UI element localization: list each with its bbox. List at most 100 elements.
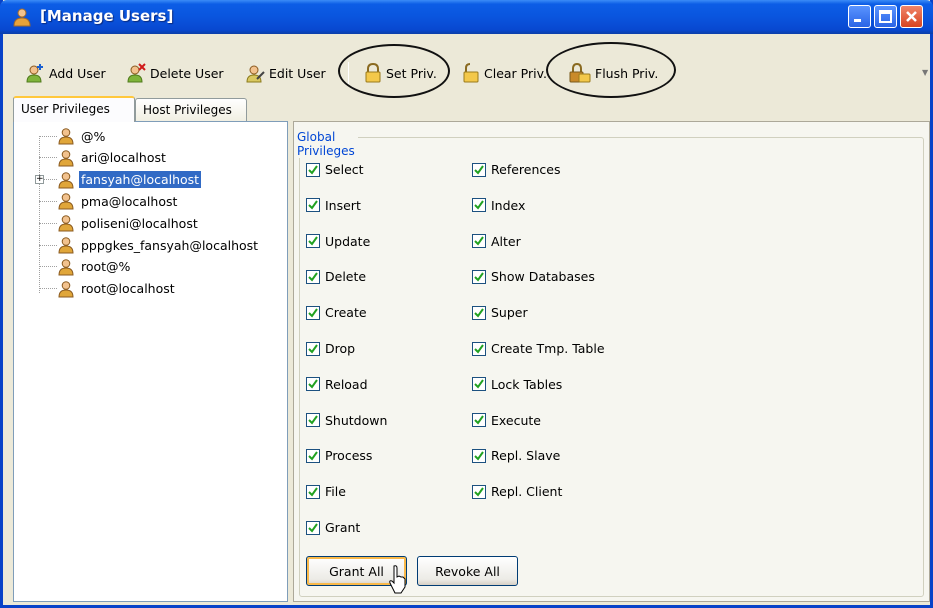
user-tree-label: root@localhost — [81, 281, 175, 297]
user-tree-label: poliseni@localhost — [81, 215, 198, 231]
user-tree-item[interactable]: ari@localhost — [39, 147, 168, 169]
tab-user-privileges[interactable]: User Privileges — [13, 96, 135, 122]
user-tree-item[interactable]: pma@localhost — [39, 190, 179, 212]
checkbox-box[interactable] — [472, 198, 486, 213]
checkbox-box[interactable] — [306, 162, 320, 177]
user-icon — [58, 280, 74, 298]
tree-connector — [39, 266, 57, 268]
user-icon — [58, 258, 74, 276]
privilege-checkbox[interactable]: Insert — [306, 198, 361, 213]
privilege-checkbox[interactable]: Create Tmp. Table — [472, 341, 605, 356]
checkbox-box[interactable] — [306, 234, 320, 249]
checkbox-box[interactable] — [306, 448, 320, 463]
user-icon — [58, 171, 74, 189]
privilege-checkbox[interactable]: Update — [306, 234, 370, 249]
checkbox-box[interactable] — [306, 484, 320, 499]
title-bar[interactable]: [Manage Users] — [0, 0, 933, 34]
user-tree-item[interactable]: @% — [39, 125, 107, 147]
checkbox-box[interactable] — [306, 269, 320, 284]
checkbox-box[interactable] — [472, 305, 486, 320]
checkbox-box[interactable] — [472, 448, 486, 463]
privilege-checkbox[interactable]: Super — [472, 305, 528, 320]
expand-toggle-icon[interactable]: + — [35, 174, 44, 184]
checkmark-icon — [474, 451, 484, 461]
revoke-all-button[interactable]: Revoke All — [417, 556, 518, 586]
checkmark-icon — [474, 236, 484, 246]
tree-connector — [39, 200, 57, 202]
checkbox-box[interactable] — [306, 413, 320, 428]
maximize-button[interactable] — [874, 5, 897, 28]
checkbox-box[interactable] — [472, 269, 486, 284]
user-tree[interactable]: @% ari@localhost fansyah@localhost + pma@loc… — [13, 121, 288, 602]
privilege-checkbox[interactable]: Delete — [306, 269, 366, 284]
toolbar-overflow-icon[interactable]: ▼ — [922, 68, 928, 77]
checkmark-icon — [474, 272, 484, 282]
user-tree-item[interactable]: root@localhost — [39, 278, 177, 300]
privilege-label: Grant — [325, 520, 361, 535]
delete-user-button[interactable]: Delete User — [126, 60, 224, 86]
privilege-checkbox[interactable]: References — [472, 162, 560, 177]
set-priv-label: Set Priv. — [386, 65, 437, 81]
checkmark-icon — [308, 379, 318, 389]
checkbox-box[interactable] — [472, 413, 486, 428]
delete-user-label: Delete User — [150, 65, 224, 81]
privilege-checkbox[interactable]: Execute — [472, 413, 541, 428]
checkbox-box[interactable] — [306, 198, 320, 213]
user-tree-label: pppgkes_fansyah@localhost — [81, 237, 259, 253]
privilege-checkbox[interactable]: Repl. Client — [472, 484, 562, 499]
window-title: [Manage Users] — [40, 7, 174, 25]
privilege-label: Shutdown — [325, 412, 388, 428]
user-tree-item[interactable]: pppgkes_fansyah@localhost — [39, 234, 260, 256]
edit-user-button[interactable]: Edit User — [245, 60, 326, 86]
minimize-button[interactable] — [848, 5, 871, 28]
checkbox-box[interactable] — [306, 341, 320, 356]
user-icon — [58, 193, 74, 210]
checkbox-box[interactable] — [306, 305, 320, 320]
clear-priv-button[interactable]: Clear Priv. — [462, 60, 547, 86]
checkbox-box[interactable] — [472, 341, 486, 356]
checkbox-box[interactable] — [472, 377, 486, 392]
tab-host-privileges[interactable]: Host Privileges — [135, 98, 247, 121]
privilege-checkbox[interactable]: Process — [306, 448, 372, 463]
user-tree-item[interactable]: fansyah@localhost — [39, 169, 202, 191]
checkbox-box[interactable] — [306, 377, 320, 392]
user-tree-item[interactable]: root@% — [39, 256, 132, 278]
privilege-label: Repl. Slave — [491, 448, 561, 464]
tab-user-privileges-label: User Privileges — [21, 102, 110, 116]
checkmark-icon — [308, 236, 318, 246]
user-tree-label: @% — [81, 128, 106, 144]
tree-connector — [39, 288, 57, 290]
privilege-checkbox[interactable]: Select — [306, 162, 364, 177]
privilege-checkbox[interactable]: Show Databases — [472, 269, 595, 284]
privilege-checkbox[interactable]: Lock Tables — [472, 377, 562, 392]
close-icon — [906, 11, 917, 22]
privilege-checkbox[interactable]: Repl. Slave — [472, 448, 560, 463]
add-user-button[interactable]: Add User — [25, 60, 106, 86]
privilege-checkbox[interactable]: Shutdown — [306, 413, 387, 428]
user-tree-label: pma@localhost — [81, 193, 178, 209]
flush-priv-button[interactable]: Flush Priv. — [569, 60, 658, 86]
toolbar: Add User Delete User Edit User Set Priv.… — [3, 34, 930, 98]
checkbox-box[interactable] — [472, 234, 486, 249]
user-tree-item[interactable]: poliseni@localhost — [39, 212, 200, 234]
privilege-checkbox[interactable]: Create — [306, 305, 367, 320]
checkbox-box[interactable] — [472, 162, 486, 177]
privilege-label: Index — [491, 197, 526, 213]
checkbox-box[interactable] — [306, 520, 320, 535]
checkbox-box[interactable] — [472, 484, 486, 499]
privilege-checkbox[interactable]: File — [306, 484, 346, 499]
global-privileges-title: Global Privileges — [294, 130, 358, 158]
checkmark-icon — [308, 343, 318, 354]
user-tree-label: fansyah@localhost — [79, 171, 202, 189]
privilege-checkbox[interactable]: Index — [472, 198, 525, 213]
tree-connector — [39, 222, 57, 224]
checkmark-icon — [474, 379, 484, 389]
privilege-checkbox[interactable]: Grant — [306, 520, 360, 535]
lock-icon — [365, 63, 381, 83]
privilege-checkbox[interactable]: Alter — [472, 234, 521, 249]
set-priv-button[interactable]: Set Priv. — [364, 60, 437, 86]
add-user-label: Add User — [49, 65, 106, 81]
privilege-checkbox[interactable]: Drop — [306, 341, 355, 356]
close-button[interactable] — [900, 5, 923, 28]
privilege-checkbox[interactable]: Reload — [306, 377, 368, 392]
